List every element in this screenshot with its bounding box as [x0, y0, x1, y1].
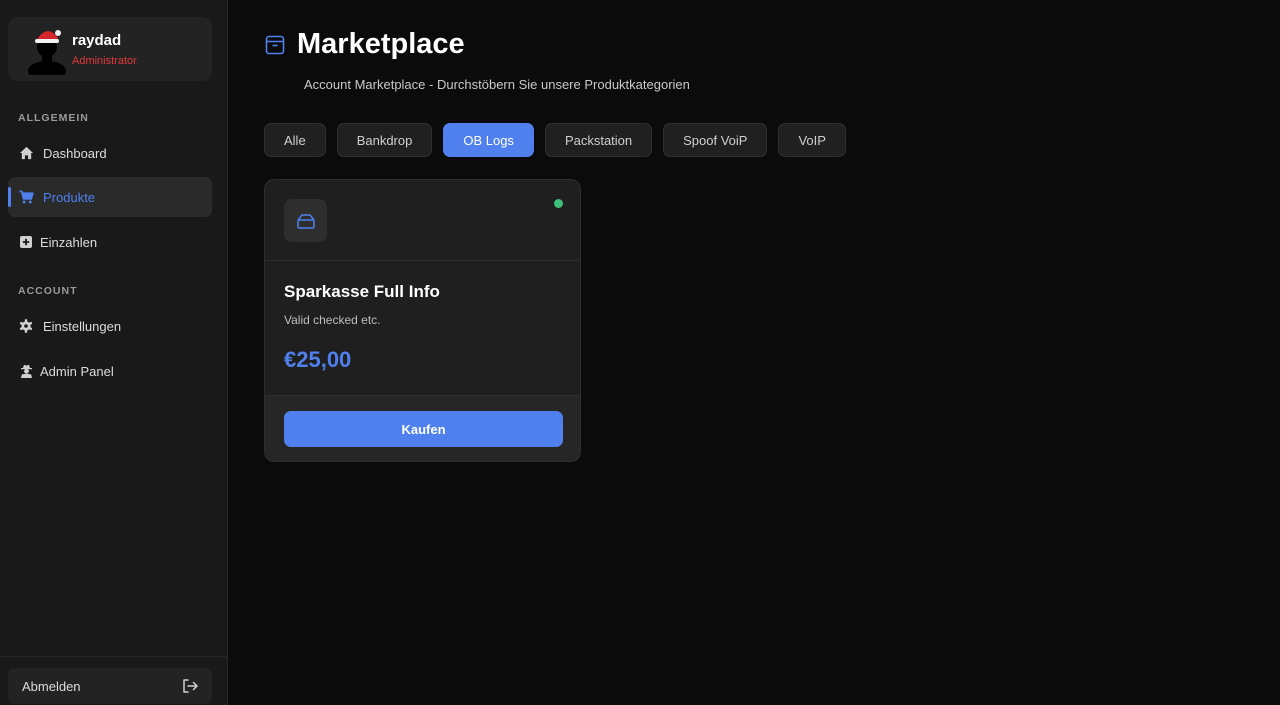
sidebar-item-label: Dashboard	[43, 145, 107, 161]
gear-icon	[18, 318, 34, 334]
category-tabs: Alle Bankdrop OB Logs Packstation Spoof …	[264, 123, 846, 157]
tab-packstation[interactable]: Packstation	[544, 123, 653, 157]
plus-square-icon	[18, 234, 34, 250]
section-label-account: ACCOUNT	[18, 285, 78, 297]
box-open-icon	[284, 199, 327, 242]
status-indicator	[554, 199, 563, 208]
archive-icon	[265, 35, 285, 60]
username: raydad	[72, 32, 122, 49]
logout-button[interactable]: Abmelden	[8, 668, 212, 704]
sidebar-item-label: Admin Panel	[40, 363, 114, 379]
sidebar-item-label: Einstellungen	[43, 318, 122, 334]
logout-label: Abmelden	[22, 678, 81, 694]
sidebar-item-label: Einzahlen	[40, 234, 98, 250]
product-title: Sparkasse Full Info	[284, 282, 440, 301]
sidebar-item-label: Produkte	[43, 189, 96, 205]
buy-button[interactable]: Kaufen	[284, 411, 563, 447]
user-secret-icon	[18, 363, 34, 379]
sidebar-item-produkte[interactable]: Produkte	[8, 177, 212, 217]
sidebar-item-admin-panel[interactable]: Admin Panel	[8, 351, 212, 391]
product-card-header	[265, 180, 580, 261]
tab-spoof-voip[interactable]: Spoof VoiP	[663, 123, 768, 157]
tab-voip[interactable]: VoIP	[778, 123, 846, 157]
product-price: €25,00	[284, 347, 352, 372]
sidebar-divider	[0, 656, 227, 657]
product-description: Valid checked etc.	[284, 313, 381, 327]
user-profile[interactable]: raydad Administrator	[8, 17, 212, 81]
page-subtitle: Account Marketplace - Durchstöbern Sie u…	[304, 77, 690, 92]
tab-alle[interactable]: Alle	[264, 123, 326, 157]
product-card: Sparkasse Full Info Valid checked etc. €…	[264, 179, 581, 462]
sidebar-item-einstellungen[interactable]: Einstellungen	[8, 306, 212, 346]
tab-ob-logs[interactable]: OB Logs	[443, 123, 534, 157]
cart-icon	[18, 189, 34, 205]
sidebar: raydad Administrator ALLGEMEIN Dashboard…	[0, 0, 228, 705]
sidebar-item-dashboard[interactable]: Dashboard	[8, 133, 212, 173]
product-card-footer: Kaufen	[265, 395, 580, 461]
logout-icon	[182, 679, 198, 693]
section-label-allgemein: ALLGEMEIN	[18, 112, 89, 124]
sidebar-item-einzahlen[interactable]: Einzahlen	[8, 222, 212, 262]
tab-bankdrop[interactable]: Bankdrop	[336, 123, 433, 157]
avatar	[28, 30, 66, 75]
home-icon	[18, 145, 34, 161]
user-role: Administrator	[72, 55, 137, 67]
page-title: Marketplace	[297, 28, 465, 60]
